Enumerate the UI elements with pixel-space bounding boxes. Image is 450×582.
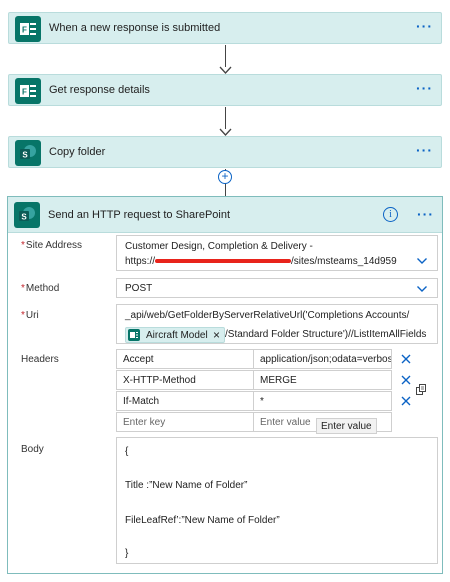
connector-arrow-icon xyxy=(219,66,232,74)
get-response-step-card[interactable]: F Get response details ··· xyxy=(8,74,442,106)
step-title: Get response details xyxy=(49,84,150,96)
body-line: { xyxy=(125,446,129,457)
uri-label: *Uri xyxy=(21,310,39,321)
body-line: Title :”New Name of Folder” xyxy=(125,480,248,491)
connector-line xyxy=(225,107,226,129)
header-key-input[interactable]: Accept xyxy=(116,349,254,369)
method-dropdown[interactable]: POST xyxy=(116,278,438,298)
header-key-input[interactable]: If-Match xyxy=(116,391,254,411)
svg-text:S: S xyxy=(22,151,28,160)
site-address-line1: Customer Design, Completion & Delivery - xyxy=(125,241,313,252)
svg-text:S: S xyxy=(21,213,27,222)
step-title: Copy folder xyxy=(49,146,106,158)
site-address-dropdown[interactable]: Customer Design, Completion & Delivery -… xyxy=(116,235,438,271)
method-value: POST xyxy=(125,283,153,294)
site-address-line2: https:///sites/msteams_14d959 xyxy=(125,256,397,267)
method-label: *Method xyxy=(21,283,60,294)
token-label: Aircraft Model xyxy=(146,330,208,341)
action-title: Send an HTTP request to SharePoint xyxy=(48,209,231,221)
delete-header-icon[interactable] xyxy=(401,375,411,385)
dynamic-content-token[interactable]: Aircraft Model × xyxy=(125,327,225,343)
redaction-mark xyxy=(155,259,292,264)
enter-value-tooltip: Enter value xyxy=(316,418,377,434)
chevron-down-icon[interactable] xyxy=(417,286,427,292)
body-line: } xyxy=(125,548,129,559)
forms-icon: F xyxy=(15,16,41,42)
uri-input[interactable]: _api/web/GetFolderByServerRelativeUrl('C… xyxy=(116,304,438,344)
svg-text:F: F xyxy=(22,26,27,35)
chevron-down-icon[interactable] xyxy=(417,258,427,264)
more-options-button[interactable]: ··· xyxy=(417,207,434,221)
info-icon[interactable]: i xyxy=(383,207,398,222)
body-label: Body xyxy=(21,444,44,455)
delete-header-icon[interactable] xyxy=(401,396,411,406)
delete-header-icon[interactable] xyxy=(401,354,411,364)
more-options-button[interactable]: ··· xyxy=(416,143,433,157)
svg-text:F: F xyxy=(22,88,27,97)
copy-folder-step-card[interactable]: S Copy folder ··· xyxy=(8,136,442,168)
forms-icon xyxy=(128,329,140,341)
sharepoint-icon: S xyxy=(15,140,41,166)
headers-label: Headers xyxy=(21,354,59,365)
switch-to-text-mode-icon[interactable] xyxy=(416,384,427,396)
more-options-button[interactable]: ··· xyxy=(416,19,433,33)
trigger-step-card[interactable]: F When a new response is submitted ··· xyxy=(8,12,442,44)
connector-arrow-icon xyxy=(219,128,232,136)
header-value-input[interactable]: MERGE xyxy=(253,370,392,390)
connector-line xyxy=(225,45,226,67)
body-line: FileLeafRef’:”New Name of Folder” xyxy=(125,515,280,526)
remove-token-button[interactable]: × xyxy=(213,328,220,342)
header-value-input[interactable]: application/json;odata=verbose xyxy=(253,349,392,369)
new-header-key-input[interactable]: Enter key xyxy=(116,412,254,432)
insert-step-button[interactable]: + xyxy=(218,170,232,184)
step-title: When a new response is submitted xyxy=(49,22,221,34)
uri-line1: _api/web/GetFolderByServerRelativeUrl('C… xyxy=(125,310,410,321)
forms-icon: F xyxy=(15,78,41,104)
http-request-action-card: S Send an HTTP request to SharePoint i ·… xyxy=(7,196,443,574)
more-options-button[interactable]: ··· xyxy=(416,81,433,95)
header-key-input[interactable]: X-HTTP-Method xyxy=(116,370,254,390)
uri-line2: /Standard Folder Structure')//ListItemAl… xyxy=(225,329,427,340)
header-value-input[interactable]: * xyxy=(253,391,392,411)
body-textarea[interactable]: { Title :”New Name of Folder” FileLeafRe… xyxy=(116,437,438,564)
action-header[interactable]: S Send an HTTP request to SharePoint i ·… xyxy=(8,197,442,233)
sharepoint-icon: S xyxy=(14,202,40,228)
site-address-label: *Site Address xyxy=(21,240,83,251)
